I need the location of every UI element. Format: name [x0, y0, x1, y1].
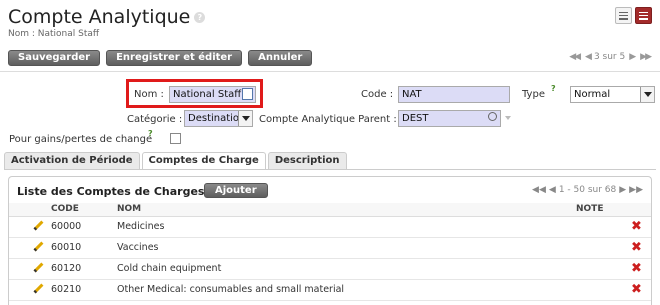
category-label: Catégorie : [127, 114, 183, 125]
tab-description[interactable]: Description [267, 152, 347, 169]
parent-account-field[interactable]: DEST [398, 110, 501, 127]
gains-label: Pour gains/pertes de change [9, 134, 153, 145]
name-cell: Medicines [117, 216, 576, 238]
note-cell [576, 216, 631, 238]
toolbar-divider [0, 71, 660, 72]
next-page-icon[interactable]: ▶ [619, 185, 626, 195]
last-record-icon[interactable]: ▶▶ [638, 52, 652, 62]
first-record-icon[interactable]: ◀◀ [567, 52, 581, 62]
tab-underline [4, 169, 656, 170]
name-cell: Vaccines [117, 237, 576, 259]
first-page-icon[interactable]: ◀◀ [532, 185, 546, 195]
code-column-header[interactable]: CODE [51, 203, 117, 217]
code-cell: 60010 [51, 237, 117, 259]
delete-cell: ✖ [631, 279, 651, 301]
name-cell: Other Medical: consumables and small mat… [117, 279, 576, 301]
tab-period-activation[interactable]: Activation de Période [4, 152, 140, 169]
note-column-header[interactable]: NOTE [576, 203, 631, 217]
delete-x-icon[interactable]: ✖ [631, 240, 642, 255]
list-pager-text: 1 - 50 sur 68 [558, 185, 617, 195]
parent-account-value: DEST [402, 113, 429, 124]
pencil-icon[interactable] [33, 262, 44, 273]
parent-dropdown-icon[interactable] [505, 116, 511, 120]
parent-account-label: Compte Analytique Parent : [259, 114, 397, 125]
record-pager: ◀◀ ◀ 3 sur 5 ▶ ▶▶ [567, 52, 652, 62]
code-field[interactable]: NAT [398, 86, 510, 103]
delete-x-icon[interactable]: ✖ [631, 219, 642, 234]
page-title-text: Compte Analytique [8, 6, 191, 28]
list-pager: ◀◀ ◀ 1 - 50 sur 68 ▶ ▶▶ [532, 185, 643, 195]
code-cell: 60210 [51, 279, 117, 301]
add-button[interactable]: Ajouter [204, 183, 268, 198]
gains-checkbox[interactable] [170, 133, 181, 144]
note-cell [576, 237, 631, 259]
pencil-icon[interactable] [33, 241, 44, 252]
record-pager-text: 3 sur 5 [593, 52, 626, 62]
pencil-icon[interactable] [33, 283, 44, 294]
table-row[interactable]: 60010 Vaccines ✖ [9, 237, 651, 259]
delete-cell: ✖ [631, 237, 651, 259]
edit-cell [9, 279, 51, 301]
next-record-icon[interactable]: ▶ [627, 52, 636, 62]
name-column-header[interactable]: NOM [117, 203, 576, 217]
save-and-edit-button[interactable]: Enregistrer et éditer [106, 50, 243, 66]
code-cell: 60120 [51, 258, 117, 280]
prev-page-icon[interactable]: ◀ [549, 185, 556, 195]
name-cell: Cold chain equipment [117, 258, 576, 280]
type-select-value: Normal [574, 89, 611, 100]
panel-header: Liste des Comptes de Charges Ajouter ◀◀ … [9, 177, 651, 203]
list-view-icon [619, 11, 628, 20]
panel-title: Liste des Comptes de Charges [17, 185, 205, 198]
form-view-button[interactable] [635, 7, 652, 24]
edit-cell [9, 258, 51, 280]
code-label: Code : [361, 89, 394, 100]
delete-cell: ✖ [631, 258, 651, 280]
edit-cell [9, 237, 51, 259]
edit-column-header [9, 203, 51, 217]
tab-bar: Activation de Période Comptes de Charge … [4, 152, 347, 170]
chevron-down-icon [640, 87, 654, 102]
gains-help-icon[interactable]: ? [148, 129, 153, 138]
category-select-value: Destination [188, 113, 246, 124]
list-view-button[interactable] [615, 7, 632, 24]
delete-x-icon[interactable]: ✖ [631, 261, 642, 276]
table-row[interactable]: 60210 Other Medical: consumables and smal… [9, 279, 651, 301]
highlight-box [126, 79, 263, 108]
page-title: Compte Analytique? [8, 6, 206, 28]
type-label: Type [522, 89, 545, 100]
type-help-icon[interactable]: ? [551, 84, 556, 93]
pencil-icon[interactable] [33, 220, 44, 231]
table-row[interactable]: 60000 Medicines ✖ [9, 216, 651, 238]
delete-column-header [631, 203, 651, 217]
search-icon[interactable] [488, 112, 497, 121]
cancel-button[interactable]: Annuler [248, 50, 313, 66]
last-page-icon[interactable]: ▶▶ [629, 185, 643, 195]
code-cell: 60000 [51, 216, 117, 238]
note-cell [576, 279, 631, 301]
prev-record-icon[interactable]: ◀ [583, 52, 592, 62]
table-header-row: CODE NOM NOTE [9, 203, 651, 217]
chevron-down-icon [238, 111, 252, 126]
view-switch [615, 7, 652, 24]
edit-cell [9, 216, 51, 238]
form-toolbar: Sauvegarder Enregistrer et éditer Annule… [8, 50, 313, 66]
table-row[interactable]: 60120 Cold chain equipment ✖ [9, 258, 651, 280]
delete-cell: ✖ [631, 216, 651, 238]
note-cell [576, 258, 631, 280]
tab-charge-accounts[interactable]: Comptes de Charge [141, 152, 266, 170]
delete-x-icon[interactable]: ✖ [631, 282, 642, 297]
breadcrumb: Nom : National Staff [8, 29, 100, 39]
category-select[interactable]: Destination [184, 110, 253, 127]
charge-accounts-table: CODE NOM NOTE 60000 Medicines ✖ 60010 Vaccin… [9, 203, 651, 301]
type-select[interactable]: Normal [570, 86, 655, 103]
help-icon[interactable]: ? [194, 12, 206, 23]
charge-accounts-panel: Liste des Comptes de Charges Ajouter ◀◀ … [8, 176, 652, 305]
save-button[interactable]: Sauvegarder [8, 50, 101, 66]
form-view-icon [639, 11, 648, 20]
